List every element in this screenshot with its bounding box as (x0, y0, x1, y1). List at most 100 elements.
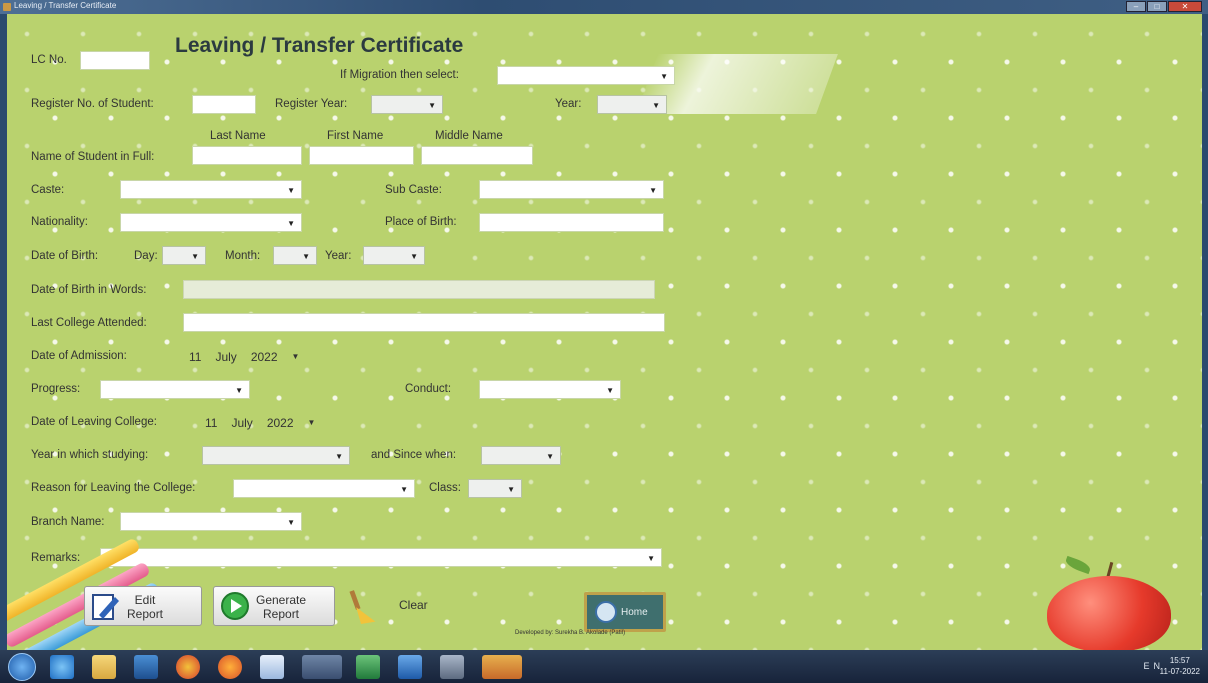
generate-report-button[interactable]: Generate Report (213, 586, 335, 626)
first-name-input[interactable] (309, 146, 414, 165)
chevron-down-icon: ▼ (428, 101, 436, 110)
sub-caste-select[interactable]: ▼ (479, 180, 664, 199)
dob-year-select[interactable]: ▼ (363, 246, 425, 265)
chevron-down-icon: ▼ (546, 452, 554, 461)
excel-icon[interactable] (356, 655, 380, 679)
home-label: Home (621, 607, 648, 618)
middle-name-label: Middle Name (435, 130, 503, 142)
edit-label-1: Edit (134, 593, 156, 607)
year-studying-label: Year in which studying: (31, 449, 149, 461)
admission-day: 11 (189, 349, 202, 364)
dob-month-select[interactable]: ▼ (273, 246, 317, 265)
chevron-down-icon[interactable]: ▼ (292, 352, 300, 361)
name-full-label: Name of Student in Full: (31, 151, 155, 163)
chevron-down-icon: ▼ (410, 252, 418, 261)
register-year-label: Register Year: (275, 98, 348, 110)
register-no-label: Register No. of Student: (31, 98, 154, 110)
conduct-select[interactable]: ▼ (479, 380, 621, 399)
nationality-label: Nationality: (31, 216, 88, 228)
internet-explorer-icon[interactable] (50, 655, 74, 679)
last-college-label: Last College Attended: (31, 317, 147, 329)
place-of-birth-label: Place of Birth: (385, 216, 457, 228)
clock[interactable]: 15:57 11-07-2022 (1160, 655, 1200, 677)
chevron-down-icon: ▼ (652, 101, 660, 110)
admission-label: Date of Admission: (31, 350, 127, 362)
admission-year: 2022 (250, 349, 278, 364)
progress-select[interactable]: ▼ (100, 380, 250, 399)
close-button[interactable]: ✕ (1168, 1, 1202, 12)
admission-date-picker[interactable]: 11 July 2022 ▼ (183, 347, 333, 366)
developer-credit: Developed by: Surekha B. Akolade (Patil) (515, 630, 626, 636)
chevron-down-icon: ▼ (400, 485, 408, 494)
leaving-year: 2022 (266, 415, 294, 430)
notepad-icon[interactable] (260, 655, 284, 679)
dob-words-label: Date of Birth in Words: (31, 284, 147, 296)
chevron-down-icon: ▼ (507, 485, 515, 494)
home-button[interactable]: Home (584, 592, 666, 632)
nationality-select[interactable]: ▼ (120, 213, 302, 232)
application-window: Leaving / Transfer Certificate – □ ✕ Lea… (0, 0, 1208, 650)
dob-day-select[interactable]: ▼ (162, 246, 206, 265)
branch-select[interactable]: ▼ (120, 512, 302, 531)
chevron-down-icon: ▼ (191, 252, 199, 261)
class-label: Class: (429, 482, 461, 494)
edit-label-2: Report (127, 607, 164, 621)
migration-select[interactable]: ▼ (497, 66, 675, 85)
lc-no-input[interactable] (80, 51, 150, 70)
chevron-down-icon: ▼ (287, 518, 295, 527)
year-label: Year: (555, 98, 582, 110)
progress-label: Progress: (31, 383, 81, 395)
media-player-icon[interactable] (134, 655, 158, 679)
form-title: Leaving / Transfer Certificate (175, 34, 464, 57)
reason-label: Reason for Leaving the College: (31, 482, 196, 494)
reason-select[interactable]: ▼ (233, 479, 415, 498)
active-app-icon[interactable] (482, 655, 522, 679)
window-controls: – □ ✕ (1126, 1, 1202, 12)
clock-date: 11-07-2022 (1159, 667, 1200, 676)
since-when-select[interactable]: ▼ (481, 446, 561, 465)
leaving-date-picker[interactable]: 11 July 2022 ▼ (199, 413, 349, 432)
middle-name-input[interactable] (421, 146, 533, 165)
file-explorer-icon[interactable] (92, 655, 116, 679)
generate-label-1: Generate (256, 593, 307, 607)
network-icon[interactable] (440, 655, 464, 679)
year-studying-select[interactable]: ▼ (202, 446, 350, 465)
clear-button[interactable]: Clear (347, 586, 453, 626)
last-name-label: Last Name (210, 130, 266, 142)
dob-words-input[interactable] (183, 280, 655, 299)
window-title: Leaving / Transfer Certificate (14, 1, 117, 10)
remarks-input[interactable]: ▼ (100, 548, 662, 567)
clear-label: Clear (399, 598, 428, 612)
maximize-button[interactable]: □ (1147, 1, 1167, 12)
chevron-down-icon: ▼ (649, 186, 657, 195)
firefox-icon[interactable] (218, 655, 242, 679)
chevron-down-icon: ▼ (335, 452, 343, 461)
apple-decoration (1047, 576, 1171, 650)
chrome-icon[interactable] (176, 655, 200, 679)
chevron-down-icon: ▼ (606, 386, 614, 395)
place-of-birth-input[interactable] (479, 213, 664, 232)
edit-report-button[interactable]: Edit Report (84, 586, 202, 626)
dob-label: Date of Birth: (31, 250, 99, 262)
edit-icon (92, 594, 119, 620)
caste-select[interactable]: ▼ (120, 180, 302, 199)
register-no-input[interactable] (192, 95, 256, 114)
leaving-day: 11 (205, 415, 218, 430)
chevron-down-icon[interactable]: ▼ (308, 418, 316, 427)
last-college-input[interactable] (183, 313, 665, 332)
last-name-input[interactable] (192, 146, 302, 165)
branch-label: Branch Name: (31, 516, 105, 528)
windows-start-icon[interactable] (8, 653, 36, 681)
class-select[interactable]: ▼ (468, 479, 522, 498)
app-icon[interactable] (302, 655, 342, 679)
publisher-icon[interactable] (398, 655, 422, 679)
chevron-down-icon: ▼ (660, 72, 668, 81)
clock-time: 15:57 (1169, 656, 1190, 665)
form-client-area: Leaving / Transfer Certificate LC No. If… (7, 14, 1202, 650)
title-bar: Leaving / Transfer Certificate – □ ✕ (0, 0, 1208, 14)
dob-day-label: Day: (134, 250, 158, 262)
year-select[interactable]: ▼ (597, 95, 667, 114)
register-year-select[interactable]: ▼ (371, 95, 443, 114)
minimize-button[interactable]: – (1126, 1, 1146, 12)
chevron-down-icon: ▼ (235, 386, 243, 395)
